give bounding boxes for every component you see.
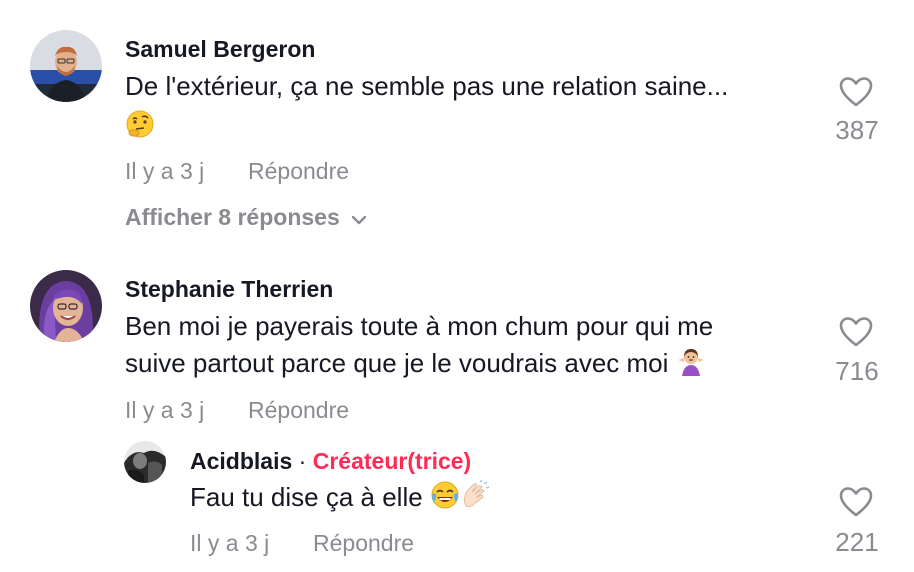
like-count: 716 (835, 356, 879, 386)
view-replies-label: Afficher 8 réponses (125, 204, 340, 230)
heart-icon[interactable] (838, 76, 874, 108)
comment-text: Fau tu dise ça à elle (190, 479, 490, 520)
comment-text: Ben moi je payerais toute à mon chum pou… (125, 308, 713, 386)
comment-text-line: suive partout parce que je le voudrais a… (125, 345, 713, 386)
like-count: 387 (835, 115, 879, 145)
separator: · (298, 448, 307, 474)
avatar[interactable] (124, 441, 166, 483)
thinking-face-icon (125, 109, 155, 139)
face-with-tears-of-joy-icon (430, 480, 460, 520)
avatar[interactable] (30, 270, 102, 342)
comment-text-line: De l'extérieur, ça ne semble pas une rel… (125, 71, 729, 101)
creator-badge: Créateur(trice) (312, 448, 472, 474)
woman-shrugging-icon (676, 346, 706, 386)
reply-author-line: Acidblais · Créateur(trice) (190, 448, 471, 475)
comment-author[interactable]: Acidblais (190, 448, 292, 474)
reply-button[interactable]: Répondre (313, 530, 414, 557)
heart-icon[interactable] (838, 486, 874, 518)
comment-author[interactable]: Stephanie Therrien (125, 276, 333, 303)
comment-timestamp: Il y a 3 j (125, 397, 205, 423)
like-count: 221 (835, 527, 879, 557)
avatar[interactable] (30, 30, 102, 102)
comment-author[interactable]: Samuel Bergeron (125, 36, 315, 63)
comment-timestamp: Il y a 3 j (125, 158, 205, 184)
chevron-down-icon (351, 215, 366, 224)
reply-button[interactable]: Répondre (248, 158, 349, 185)
comment-text: De l'extérieur, ça ne semble pas une rel… (125, 68, 728, 105)
heart-icon[interactable] (838, 316, 874, 348)
clapping-hands-icon (460, 479, 490, 520)
reply-button[interactable]: Répondre (248, 397, 349, 424)
comment-timestamp: Il y a 3 j (190, 530, 270, 556)
view-replies-button[interactable]: Afficher 8 réponses (125, 204, 368, 231)
comment-text-line: Ben moi je payerais toute à mon chum pou… (125, 311, 714, 341)
